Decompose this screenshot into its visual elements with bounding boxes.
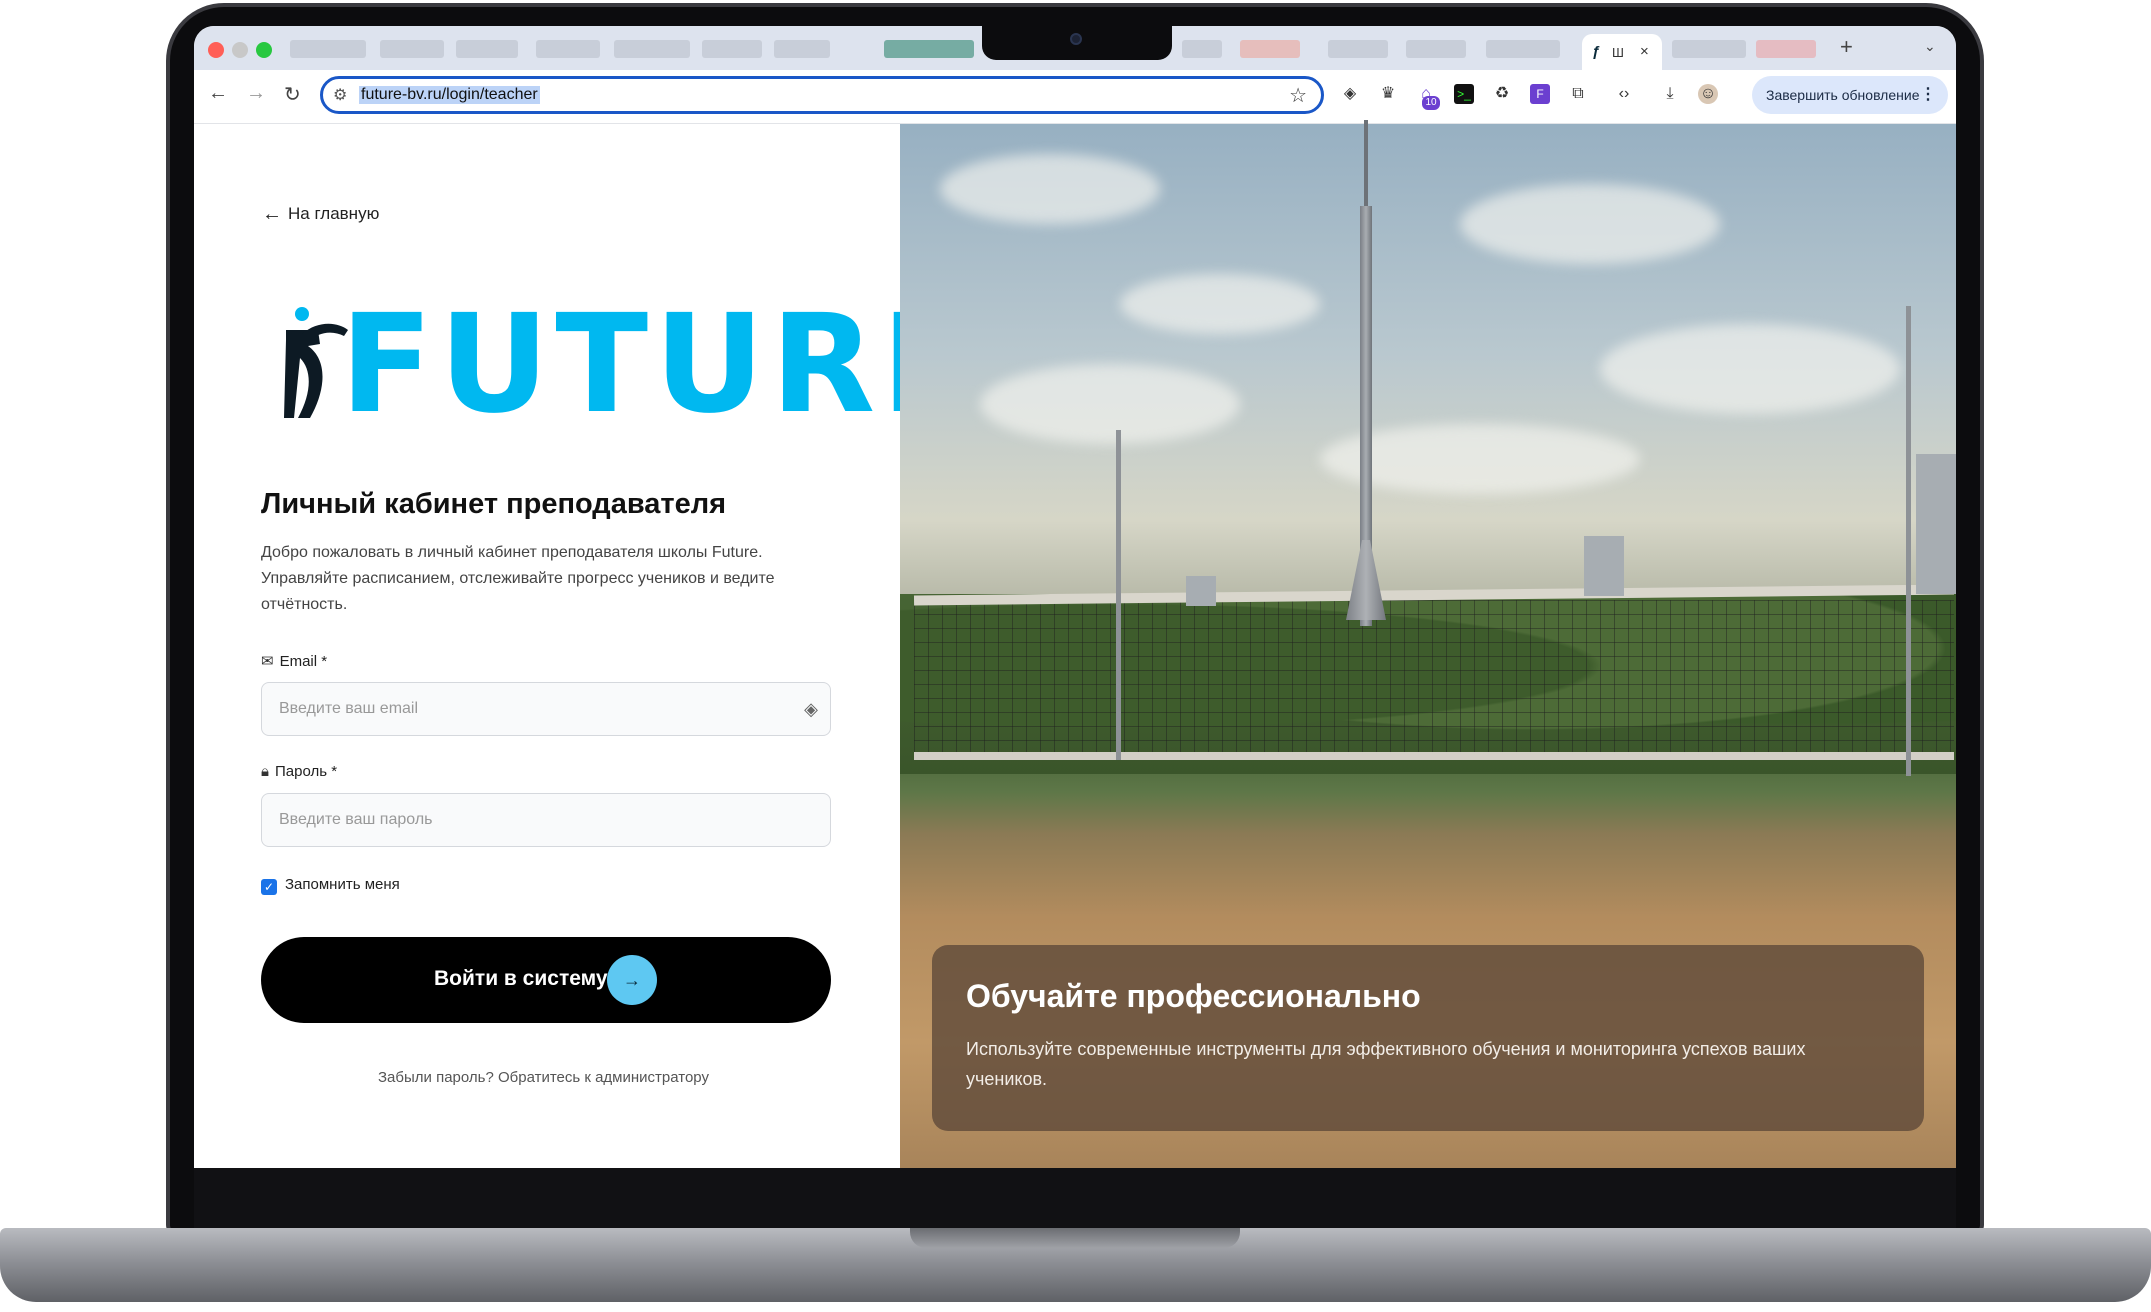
future-favicon-icon: ƒ (1592, 43, 1601, 60)
tab-blurred[interactable] (456, 40, 518, 58)
login-button[interactable]: Войти в систему → (261, 937, 831, 1023)
remember-me[interactable]: ✓ Запомнить меня (261, 876, 400, 895)
back-arrow-icon[interactable]: ← (208, 82, 228, 105)
code-icon[interactable]: ‹› (1614, 84, 1634, 104)
hero-title: Обучайте профессионально (966, 978, 1421, 1014)
tab-blurred[interactable] (1328, 40, 1388, 58)
arrow-left-icon: ← (262, 203, 282, 225)
tab-blurred[interactable] (614, 40, 690, 58)
tab-blurred[interactable] (1182, 40, 1222, 58)
update-button-label: Завершить обновление (1766, 87, 1920, 103)
volleyball-net (914, 600, 1954, 752)
bookmark-star-icon[interactable]: ☆ (1289, 83, 1307, 108)
mail-icon: ✉ (261, 653, 274, 670)
tab-blurred[interactable] (1672, 40, 1746, 58)
cloud (1120, 274, 1320, 334)
reload-icon[interactable]: ↻ (284, 82, 301, 107)
remember-checkbox[interactable]: ✓ (261, 879, 277, 895)
url-text[interactable]: future-bv.ru/login/teacher (359, 86, 540, 104)
email-field[interactable]: Введите ваш email ◈ (261, 682, 831, 736)
extension-icon[interactable]: ◈ (1340, 84, 1360, 104)
cloud (940, 154, 1160, 224)
new-tab-icon[interactable]: + (1840, 34, 1853, 60)
tab-active[interactable]: ƒ Ш × (1582, 34, 1662, 70)
password-placeholder: Введите ваш пароль (279, 811, 433, 828)
building (1584, 536, 1624, 596)
cloud (980, 364, 1240, 444)
extension-badge: 10 (1422, 96, 1440, 110)
minimize-window-button[interactable] (232, 42, 248, 58)
tab-blurred[interactable] (290, 40, 366, 58)
tab-blurred[interactable] (702, 40, 762, 58)
cloud (1460, 184, 1720, 264)
address-bar[interactable]: ⚙ future-bv.ru/login/teacher ☆ (320, 76, 1324, 114)
tab-blurred[interactable] (1756, 40, 1816, 58)
net-bottom-band (914, 752, 1954, 760)
extension-icon[interactable]: ♛ (1378, 84, 1398, 104)
tab-blurred[interactable] (1240, 40, 1300, 58)
tab-blurred[interactable] (536, 40, 600, 58)
page-title: Личный кабинет преподавателя (261, 488, 727, 520)
password-label-text: Пароль * (274, 763, 338, 780)
forward-arrow-icon[interactable]: → (246, 82, 266, 105)
maximize-window-button[interactable] (256, 42, 272, 58)
email-label: ✉ Email * (261, 652, 327, 670)
camera-icon (1070, 33, 1082, 45)
forgot-password-text: Забыли пароль? Обратитесь к администрато… (378, 1069, 709, 1086)
login-button-label: Войти в систему (434, 967, 608, 990)
building (1186, 576, 1216, 606)
site-settings-icon[interactable]: ⚙ (333, 85, 347, 105)
arrow-right-icon: → (607, 955, 657, 1005)
tab-blurred[interactable] (774, 40, 830, 58)
laptop-base-lip (910, 1228, 1240, 1248)
light-pole (1906, 306, 1911, 776)
hero-text: Используйте современные инструменты для … (966, 1039, 1806, 1089)
autofill-icon[interactable]: ◈ (804, 683, 818, 735)
avatar[interactable]: ☺ (1698, 84, 1718, 104)
close-window-button[interactable] (208, 42, 224, 58)
back-link-label: На главную (288, 204, 380, 223)
lock-icon: 🔒︎ (261, 763, 269, 780)
tab-blurred[interactable] (884, 40, 974, 58)
password-label: 🔒︎ Пароль * (261, 763, 337, 780)
terminal-icon[interactable]: >_ (1454, 84, 1474, 104)
page-description: Добро пожаловать в личный кабинет препод… (261, 544, 775, 613)
email-placeholder: Введите ваш email (279, 700, 419, 717)
tab-blurred[interactable] (1486, 40, 1560, 58)
laptop-chin (194, 1168, 1956, 1228)
logo-text: FUTURE (340, 286, 981, 444)
cloud (1600, 324, 1900, 414)
chevron-down-icon[interactable]: ⌄ (1924, 38, 1936, 55)
tv-tower-antenna (1364, 120, 1368, 210)
building (1916, 454, 1956, 594)
puzzle-icon[interactable]: ⧉ (1568, 84, 1588, 104)
recycle-icon[interactable]: ♻ (1492, 84, 1512, 104)
download-icon[interactable]: ⤓ (1660, 84, 1680, 104)
back-link[interactable]: ← На главную (262, 203, 379, 226)
extension-icon[interactable]: F (1530, 84, 1550, 104)
email-label-text: Email * (279, 653, 328, 670)
password-field[interactable]: Введите ваш пароль (261, 793, 831, 847)
tab-blurred[interactable] (380, 40, 444, 58)
update-button[interactable]: Завершить обновление ⋮ (1752, 76, 1948, 114)
tab-blurred[interactable] (1406, 40, 1466, 58)
browser-toolbar: ← → ↻ ⚙ future-bv.ru/login/teacher ☆ ◈ ♛… (194, 70, 1956, 124)
close-tab-icon[interactable]: × (1640, 43, 1649, 60)
remember-label: Запомнить меня (285, 876, 400, 893)
more-menu-icon[interactable]: ⋮ (1920, 76, 1936, 114)
light-pole (1116, 430, 1121, 760)
tab-title: Ш (1612, 45, 1624, 60)
